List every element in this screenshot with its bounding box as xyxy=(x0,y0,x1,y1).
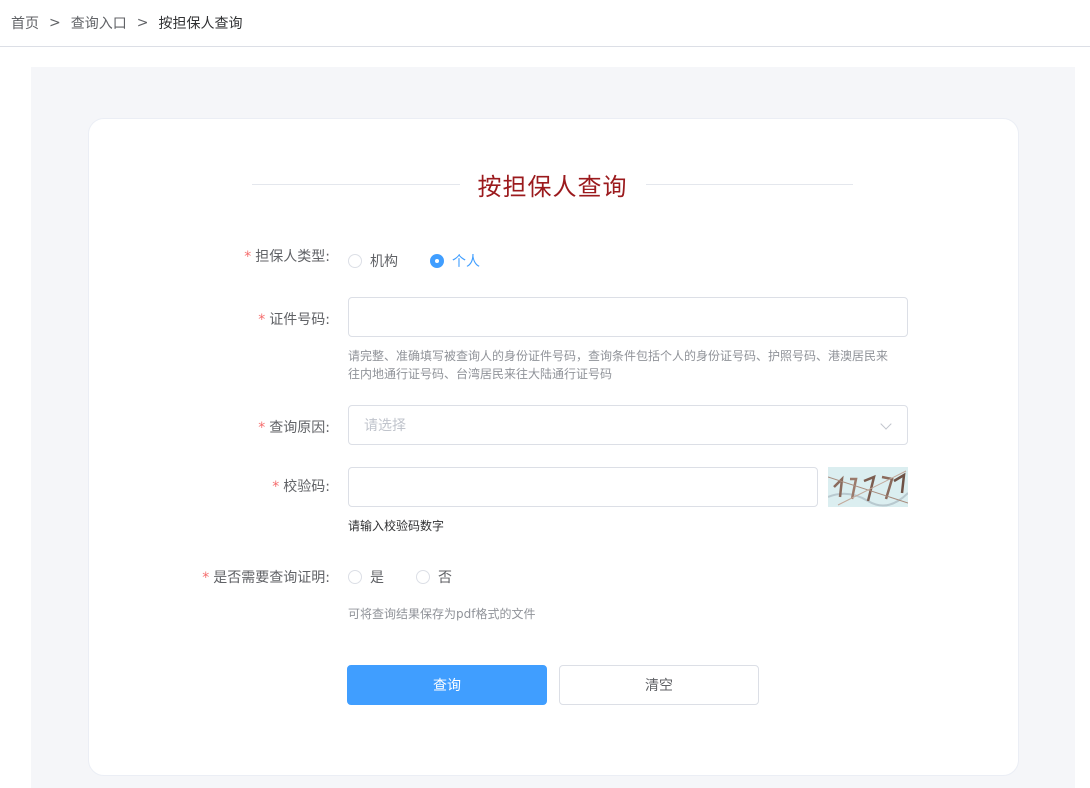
required-mark: * xyxy=(244,249,252,265)
radio-checked-icon[interactable] xyxy=(430,254,444,268)
required-mark: * xyxy=(272,479,280,495)
id-number-label: * 证件号码: xyxy=(258,312,330,328)
captcha-input[interactable] xyxy=(348,467,818,507)
query-button[interactable]: 查询 xyxy=(347,665,547,705)
certificate-label: * 是否需要查询证明: xyxy=(202,570,330,586)
required-mark: * xyxy=(258,312,266,328)
captcha-label: * 校验码: xyxy=(272,479,330,495)
radio-circle-icon[interactable] xyxy=(348,570,362,584)
id-number-hint: 请完整、准确填写被查询人的身份证件号码，查询条件包括个人的身份证号码、护照号码、… xyxy=(348,349,889,381)
reason-label: * 查询原因: xyxy=(258,420,330,436)
breadcrumb-query-entry[interactable]: 查询入口 xyxy=(71,13,127,33)
certificate-hint: 可将查询结果保存为pdf格式的文件 xyxy=(348,607,536,621)
required-mark: * xyxy=(258,420,266,436)
breadcrumb: 首页 > 查询入口 > 按担保人查询 xyxy=(0,0,1090,47)
radio-institution[interactable]: 机构 xyxy=(348,251,398,271)
radio-circle-icon[interactable] xyxy=(348,254,362,268)
radio-individual-label: 个人 xyxy=(452,254,480,270)
radio-institution-label: 机构 xyxy=(370,254,398,270)
radio-individual[interactable]: 个人 xyxy=(430,251,480,271)
radio-yes-label: 是 xyxy=(370,570,384,586)
breadcrumb-current: 按担保人查询 xyxy=(158,16,243,32)
page-title: 按担保人查询 xyxy=(477,172,628,201)
form-title-row: 按担保人查询 xyxy=(252,160,853,208)
captcha-image[interactable] xyxy=(828,467,908,507)
title-divider-right xyxy=(645,183,853,185)
id-number-input[interactable] xyxy=(348,297,908,337)
title-divider-left xyxy=(252,183,460,185)
guarantor-type-label: * 担保人类型: xyxy=(244,249,330,265)
reason-select[interactable]: 请选择 xyxy=(348,405,908,445)
breadcrumb-separator: > xyxy=(136,15,149,31)
radio-certificate-yes[interactable]: 是 xyxy=(348,567,384,587)
captcha-hint: 请输入校验码数字 xyxy=(348,519,445,533)
clear-button[interactable]: 清空 xyxy=(559,665,759,705)
radio-no-label: 否 xyxy=(438,570,452,586)
breadcrumb-separator: > xyxy=(49,15,61,31)
chevron-down-icon xyxy=(880,418,892,430)
radio-certificate-no[interactable]: 否 xyxy=(416,567,452,587)
form-card xyxy=(88,118,1019,776)
reason-placeholder: 请选择 xyxy=(364,418,406,434)
breadcrumb-home[interactable]: 首页 xyxy=(11,13,39,33)
radio-circle-icon[interactable] xyxy=(416,570,430,584)
required-mark: * xyxy=(202,570,210,586)
